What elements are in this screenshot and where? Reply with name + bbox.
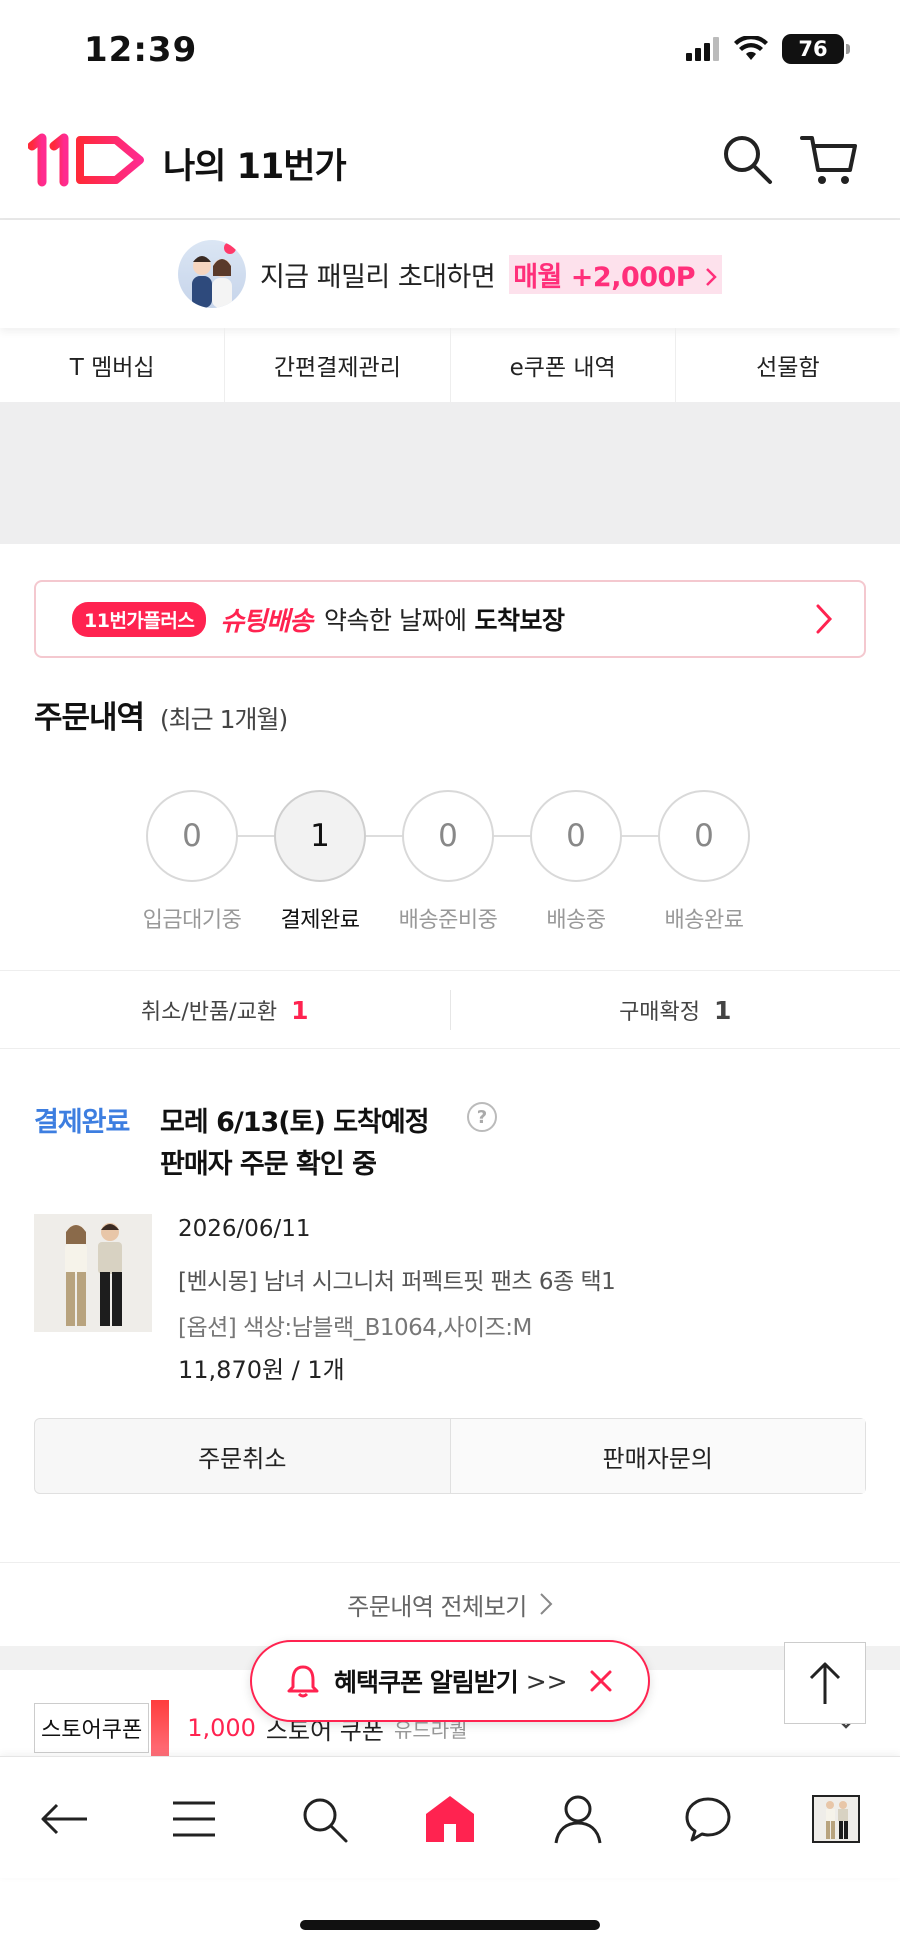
user-icon (554, 1795, 602, 1844)
step-count: 0 (402, 790, 494, 882)
arrow-up-icon (809, 1662, 841, 1704)
chat-button[interactable] (680, 1791, 736, 1847)
plus-badge: 11번가플러스 (72, 601, 207, 637)
order-summary: 취소/반품/교환 1 구매확정 1 (0, 972, 900, 1048)
quick-menu-t-membership[interactable]: T 멤버십 (0, 328, 226, 402)
step-label: 배송준비중 (398, 908, 498, 933)
back-button[interactable] (36, 1791, 92, 1847)
step-awaiting-deposit[interactable]: 0 입금대기중 (143, 790, 242, 933)
step-count: 0 (146, 790, 238, 882)
quick-menu-easy-payment[interactable]: 간편결제관리 (225, 328, 451, 402)
alert-chevron: >> (525, 1666, 568, 1696)
delivery-estimate: 모레 6/13(토) 도착예정 (160, 1107, 430, 1138)
status-time: 12:39 (84, 30, 198, 70)
step-label: 배송중 (546, 908, 606, 933)
quick-menu-gift-box[interactable]: 선물함 (676, 328, 900, 402)
orders-heading: 주문내역 (최근 1개월) (34, 692, 288, 737)
step-count: 0 (530, 790, 622, 882)
summary-label: 구매확정 (619, 1000, 701, 1025)
step-delivered[interactable]: 0 배송완료 (658, 790, 750, 933)
view-all-label: 주문내역 전체보기 (347, 1592, 527, 1621)
divider (0, 1048, 900, 1049)
home-indicator (300, 1920, 600, 1930)
divider (0, 970, 900, 971)
summary-count: 1 (291, 995, 309, 1025)
close-icon[interactable] (588, 1668, 614, 1694)
search-button[interactable] (296, 1791, 352, 1847)
store-coupon-tag: 스토어쿠폰 (34, 1703, 150, 1753)
summary-label: 취소/반품/교환 (140, 1000, 278, 1025)
search-icon[interactable] (720, 132, 774, 186)
promo-highlight-text: 매월 +2,000P (513, 261, 696, 293)
view-all-orders-link[interactable]: 주문내역 전체보기 (0, 1564, 900, 1644)
home-icon (426, 1796, 474, 1842)
order-steps: 0 입금대기중 1 결제완료 0 배송준비중 0 배송중 0 배송완료 (143, 790, 756, 933)
step-preparing-shipment[interactable]: 0 배송준비중 (399, 790, 498, 933)
product-price: 11,870원 / 1개 (178, 1356, 345, 1384)
app-header: 나의 11번가 (0, 110, 900, 210)
menu-icon (173, 1801, 215, 1837)
coupon-amount: 1,000 (187, 1714, 256, 1742)
recent-product-thumbnail (812, 1795, 860, 1843)
step-count: 0 (658, 790, 750, 882)
order-actions: 주문취소 판매자문의 (34, 1418, 866, 1494)
alert-text: 혜택쿠폰 알림받기 (334, 1668, 519, 1697)
chat-icon (685, 1797, 731, 1842)
quick-menu-ecoupon[interactable]: e쿠폰 내역 (451, 328, 676, 402)
recent-product-button[interactable] (808, 1791, 864, 1847)
shooting-delivery-banner[interactable]: 11번가플러스 슈팅배송 약속한 날짜에 도착보장 (34, 580, 866, 658)
promo-text: 지금 패밀리 초대하면 (259, 261, 496, 293)
help-icon[interactable]: ? (467, 1102, 497, 1132)
chevron-right-icon (816, 604, 833, 634)
shooting-delivery-logo: 슈팅배송 (220, 606, 313, 637)
chevron-right-icon (540, 1593, 553, 1615)
step-shipping[interactable]: 0 배송중 (530, 790, 622, 933)
order-status: 결제완료 (34, 1107, 130, 1138)
scroll-to-top-button[interactable] (784, 1642, 866, 1724)
back-icon (41, 1803, 87, 1835)
page-title: 나의 11번가 (163, 147, 347, 187)
step-label: 결제완료 (280, 908, 360, 933)
bell-icon (287, 1665, 319, 1698)
status-icons: 76 (686, 34, 850, 64)
seller-inquiry-button[interactable]: 판매자문의 (449, 1419, 865, 1493)
cart-icon[interactable] (800, 130, 858, 188)
summary-count: 1 (714, 995, 732, 1025)
search-icon (303, 1798, 348, 1843)
delivery-text: 약속한 날짜에 (324, 606, 467, 635)
orders-title: 주문내역 (34, 700, 145, 736)
quick-menu: T 멤버십 간편결제관리 e쿠폰 내역 선물함 (0, 328, 900, 402)
coupon-alert-toast[interactable]: 혜택쿠폰 알림받기 >> (250, 1640, 650, 1722)
product-option: [옵션] 색상:남블랙_B1064,사이즈:M (178, 1315, 532, 1341)
purchase-confirmed[interactable]: 구매확정 1 (449, 990, 900, 1030)
menu-button[interactable] (166, 1791, 222, 1847)
family-invite-banner[interactable]: 지금 패밀리 초대하면 매월 +2,000P (0, 220, 900, 328)
signal-icon (686, 37, 719, 61)
family-illustration (177, 240, 246, 308)
coupon-accent (151, 1700, 170, 1756)
cancel-order-button[interactable]: 주문취소 (35, 1419, 450, 1493)
divider (0, 1562, 900, 1563)
step-count: 1 (274, 790, 366, 882)
step-label: 입금대기중 (142, 908, 242, 933)
cancel-return-exchange[interactable]: 취소/반품/교환 1 (0, 972, 450, 1048)
order-date: 2026/06/11 (178, 1216, 311, 1242)
product-thumbnail[interactable] (34, 1214, 152, 1332)
seller-status: 판매자 주문 확인 중 (160, 1149, 377, 1180)
orders-period: (최근 1개월) (159, 705, 288, 734)
my-page-button[interactable] (550, 1791, 606, 1847)
product-name[interactable]: [벤시몽] 남녀 시그니처 퍼펙트핏 팬츠 6종 택1 (178, 1262, 616, 1296)
promo-highlight: 매월 +2,000P (509, 254, 723, 294)
bottom-nav (0, 1756, 900, 1878)
battery-indicator: 76 (782, 34, 850, 64)
ad-placeholder (0, 402, 900, 544)
home-button[interactable] (422, 1791, 478, 1847)
status-bar: 12:39 76 (0, 0, 900, 100)
11st-logo[interactable] (28, 132, 148, 188)
wifi-icon (734, 36, 768, 60)
step-label: 배송완료 (664, 908, 744, 933)
step-payment-complete[interactable]: 1 결제완료 (274, 790, 366, 933)
chevron-right-icon (706, 267, 717, 286)
delivery-guarantee: 도착보장 (474, 606, 565, 635)
